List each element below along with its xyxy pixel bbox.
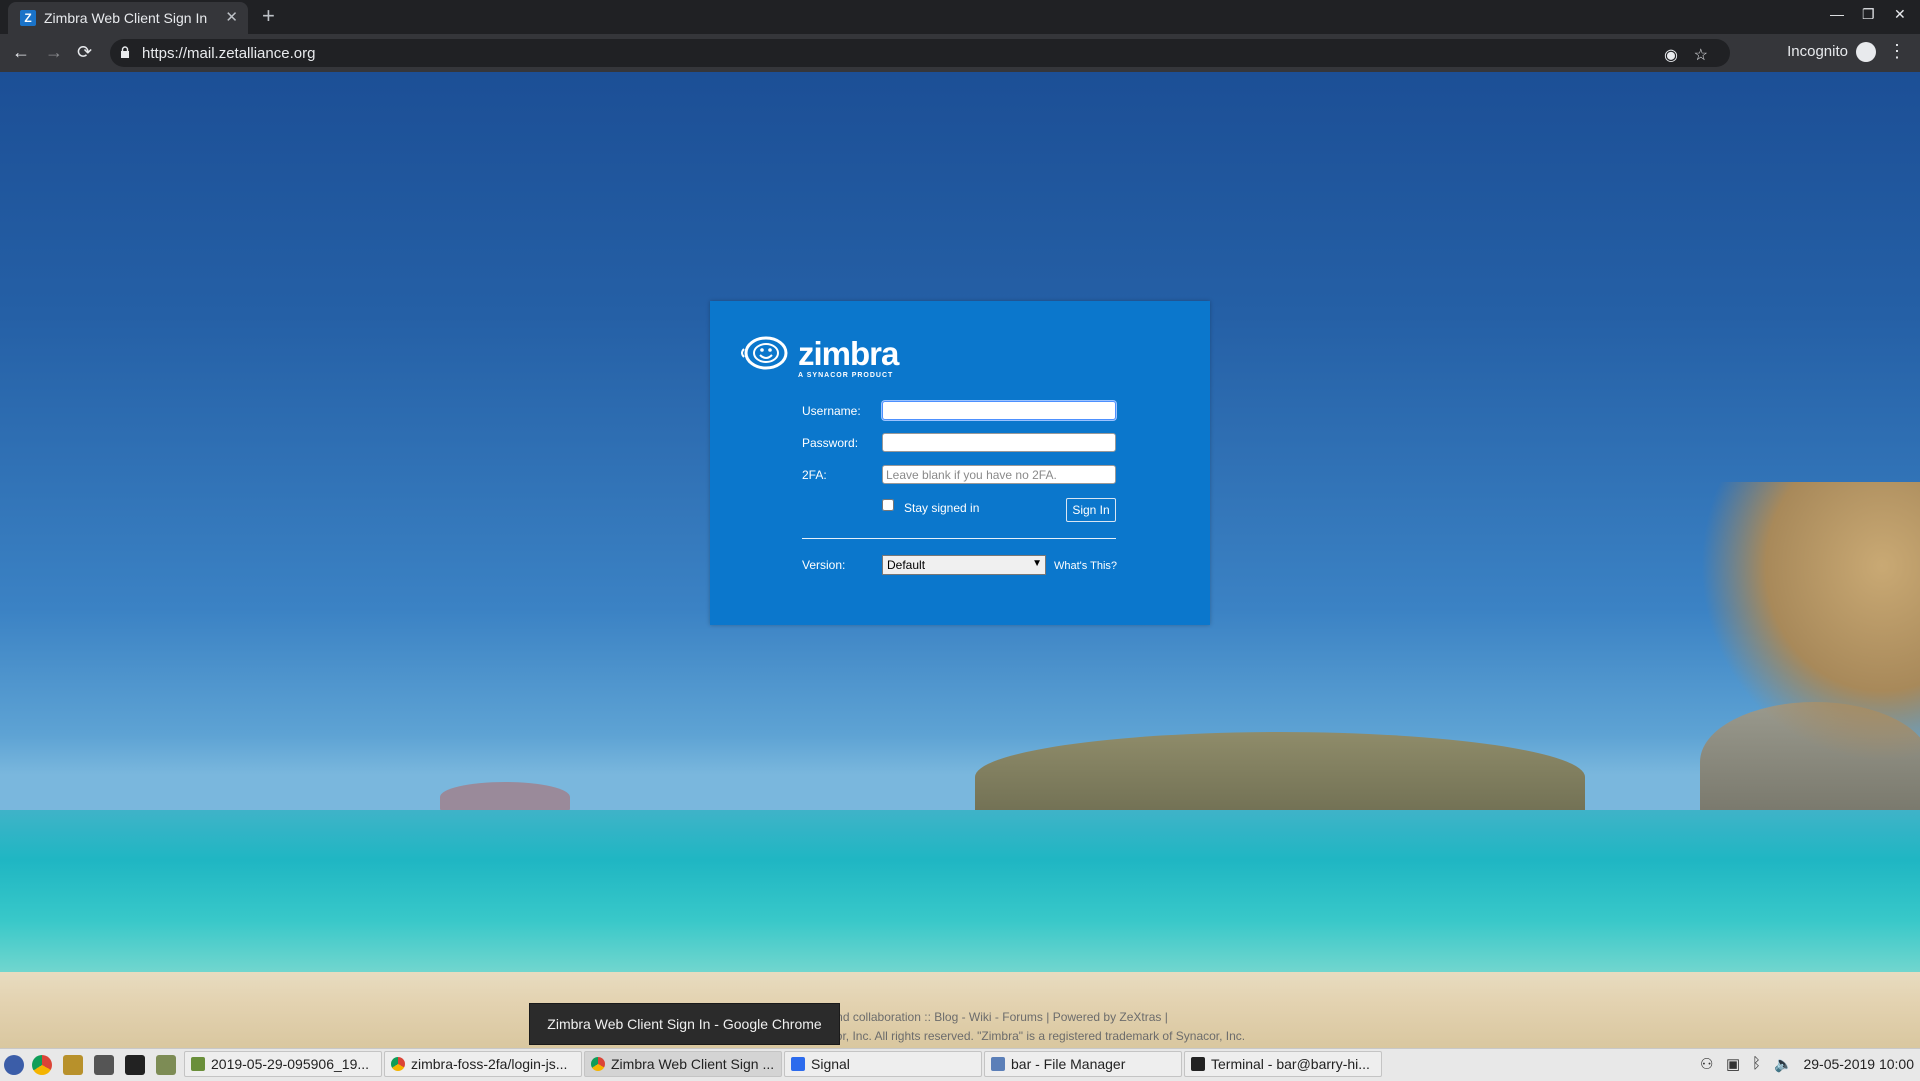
browser-tab-strip: Z Zimbra Web Client Sign In ✕ + — ❐ ✕ <box>0 0 1920 34</box>
login-panel: zimbra A SYNACOR PRODUCT Username: Passw… <box>710 301 1210 625</box>
stay-signed-in-checkbox[interactable] <box>882 499 894 511</box>
close-window-icon[interactable]: ✕ <box>1894 6 1906 23</box>
app-menu-icon[interactable] <box>4 1055 24 1075</box>
forward-arrow-icon[interactable]: → <box>45 42 63 63</box>
desktop-launcher-icon[interactable] <box>156 1055 176 1075</box>
chrome-launcher-icon[interactable] <box>32 1055 52 1075</box>
version-label: Version: <box>802 558 846 572</box>
taskbar-item-terminal[interactable]: Terminal - bar@barry-hi... <box>1184 1051 1382 1077</box>
task-label: bar - File Manager <box>1011 1056 1126 1072</box>
browser-toolbar: ← → ⟳ https://mail.zetalliance.org ◉ ☆ I… <box>0 34 1920 73</box>
chrome-icon <box>391 1057 405 1071</box>
task-label: 2019-05-29-095906_19... <box>211 1056 370 1072</box>
logo-wordmark: zimbra <box>798 335 899 372</box>
taskbar-item-screenshot[interactable]: 2019-05-29-095906_19... <box>184 1051 382 1077</box>
stay-signed-in-label: Stay signed in <box>904 501 980 515</box>
form-divider <box>802 538 1116 539</box>
incognito-icon[interactable] <box>1856 42 1876 62</box>
back-arrow-icon[interactable]: ← <box>12 42 30 63</box>
bookmark-star-icon[interactable]: ☆ <box>1694 45 1708 65</box>
password-label: Password: <box>802 436 859 450</box>
folder-icon <box>991 1057 1005 1071</box>
lock-icon <box>121 46 129 58</box>
task-label: Zimbra Web Client Sign ... <box>611 1056 775 1072</box>
terminal-icon <box>1191 1057 1205 1071</box>
notes-launcher-icon[interactable] <box>63 1055 83 1075</box>
tab-title: Zimbra Web Client Sign In <box>44 10 208 26</box>
footer-links: ce messaging and collaboration :: Blog -… <box>752 1010 1168 1024</box>
task-label: Terminal - bar@barry-hi... <box>1211 1056 1370 1072</box>
version-select[interactable]: Default ▼ <box>882 555 1046 575</box>
window-tooltip: Zimbra Web Client Sign In - Google Chrom… <box>529 1003 840 1045</box>
network-tray-icon[interactable]: ⚇ <box>1700 1055 1718 1073</box>
logo-tagline: A SYNACOR PRODUCT <box>798 372 894 379</box>
desktop-taskbar: 2019-05-29-095906_19... zimbra-foss-2fa/… <box>0 1048 1920 1081</box>
twofa-label: 2FA: <box>802 468 827 482</box>
whats-this-link[interactable]: What's This? <box>1054 560 1117 572</box>
headland-rock <box>975 732 1585 822</box>
taskbar-clock[interactable]: 29-05-2019 10:00 <box>1803 1056 1914 1072</box>
terminal-launcher-icon[interactable] <box>125 1055 145 1075</box>
straw-umbrella <box>1700 482 1920 762</box>
zimbra-logo: zimbra A SYNACOR PRODUCT <box>740 335 910 379</box>
tab-close-icon[interactable]: ✕ <box>225 8 238 26</box>
taskbar-item-zimbra[interactable]: Zimbra Web Client Sign ... <box>584 1051 782 1077</box>
reload-icon[interactable]: ⟳ <box>77 42 92 63</box>
address-bar[interactable]: https://mail.zetalliance.org ◉ ☆ <box>110 39 1730 67</box>
browser-menu-icon[interactable]: ⋮ <box>1888 41 1906 62</box>
display-tray-icon[interactable]: ▣ <box>1726 1055 1744 1073</box>
taskbar-item-github[interactable]: zimbra-foss-2fa/login-js... <box>384 1051 582 1077</box>
username-label: Username: <box>802 404 861 418</box>
signal-icon <box>791 1057 805 1071</box>
bluetooth-tray-icon[interactable]: ᛒ <box>1752 1055 1770 1073</box>
taskbar-item-file-manager[interactable]: bar - File Manager <box>984 1051 1182 1077</box>
new-tab-button[interactable]: + <box>262 3 275 29</box>
camera-blocked-icon[interactable]: ◉ <box>1664 45 1678 65</box>
dropdown-arrow-icon: ▼ <box>1032 558 1042 569</box>
volume-tray-icon[interactable]: 🔈 <box>1774 1055 1793 1073</box>
taskbar-item-signal[interactable]: Signal <box>784 1051 982 1077</box>
password-input[interactable] <box>882 433 1116 452</box>
url-text: https://mail.zetalliance.org <box>142 45 316 62</box>
sign-in-button[interactable]: Sign In <box>1066 498 1116 522</box>
minimize-window-icon[interactable]: — <box>1830 6 1844 22</box>
chrome-icon <box>591 1057 605 1071</box>
browser-tab[interactable]: Z Zimbra Web Client Sign In ✕ <box>8 2 248 34</box>
version-selected-value: Default <box>887 558 926 572</box>
zimbra-smile-icon <box>741 336 788 370</box>
incognito-label: Incognito <box>1787 43 1848 60</box>
image-viewer-icon <box>191 1057 205 1071</box>
zimbra-favicon-icon: Z <box>20 10 36 26</box>
restore-window-icon[interactable]: ❐ <box>1862 6 1875 23</box>
username-input[interactable] <box>882 401 1116 420</box>
twofa-input[interactable] <box>882 465 1116 484</box>
task-label: zimbra-foss-2fa/login-js... <box>411 1056 568 1072</box>
footer-copyright: Copyright © 2005-2017 Synacor, Inc. All … <box>674 1029 1246 1043</box>
task-label: Signal <box>811 1056 850 1072</box>
calculator-launcher-icon[interactable] <box>94 1055 114 1075</box>
distant-island <box>440 782 570 812</box>
